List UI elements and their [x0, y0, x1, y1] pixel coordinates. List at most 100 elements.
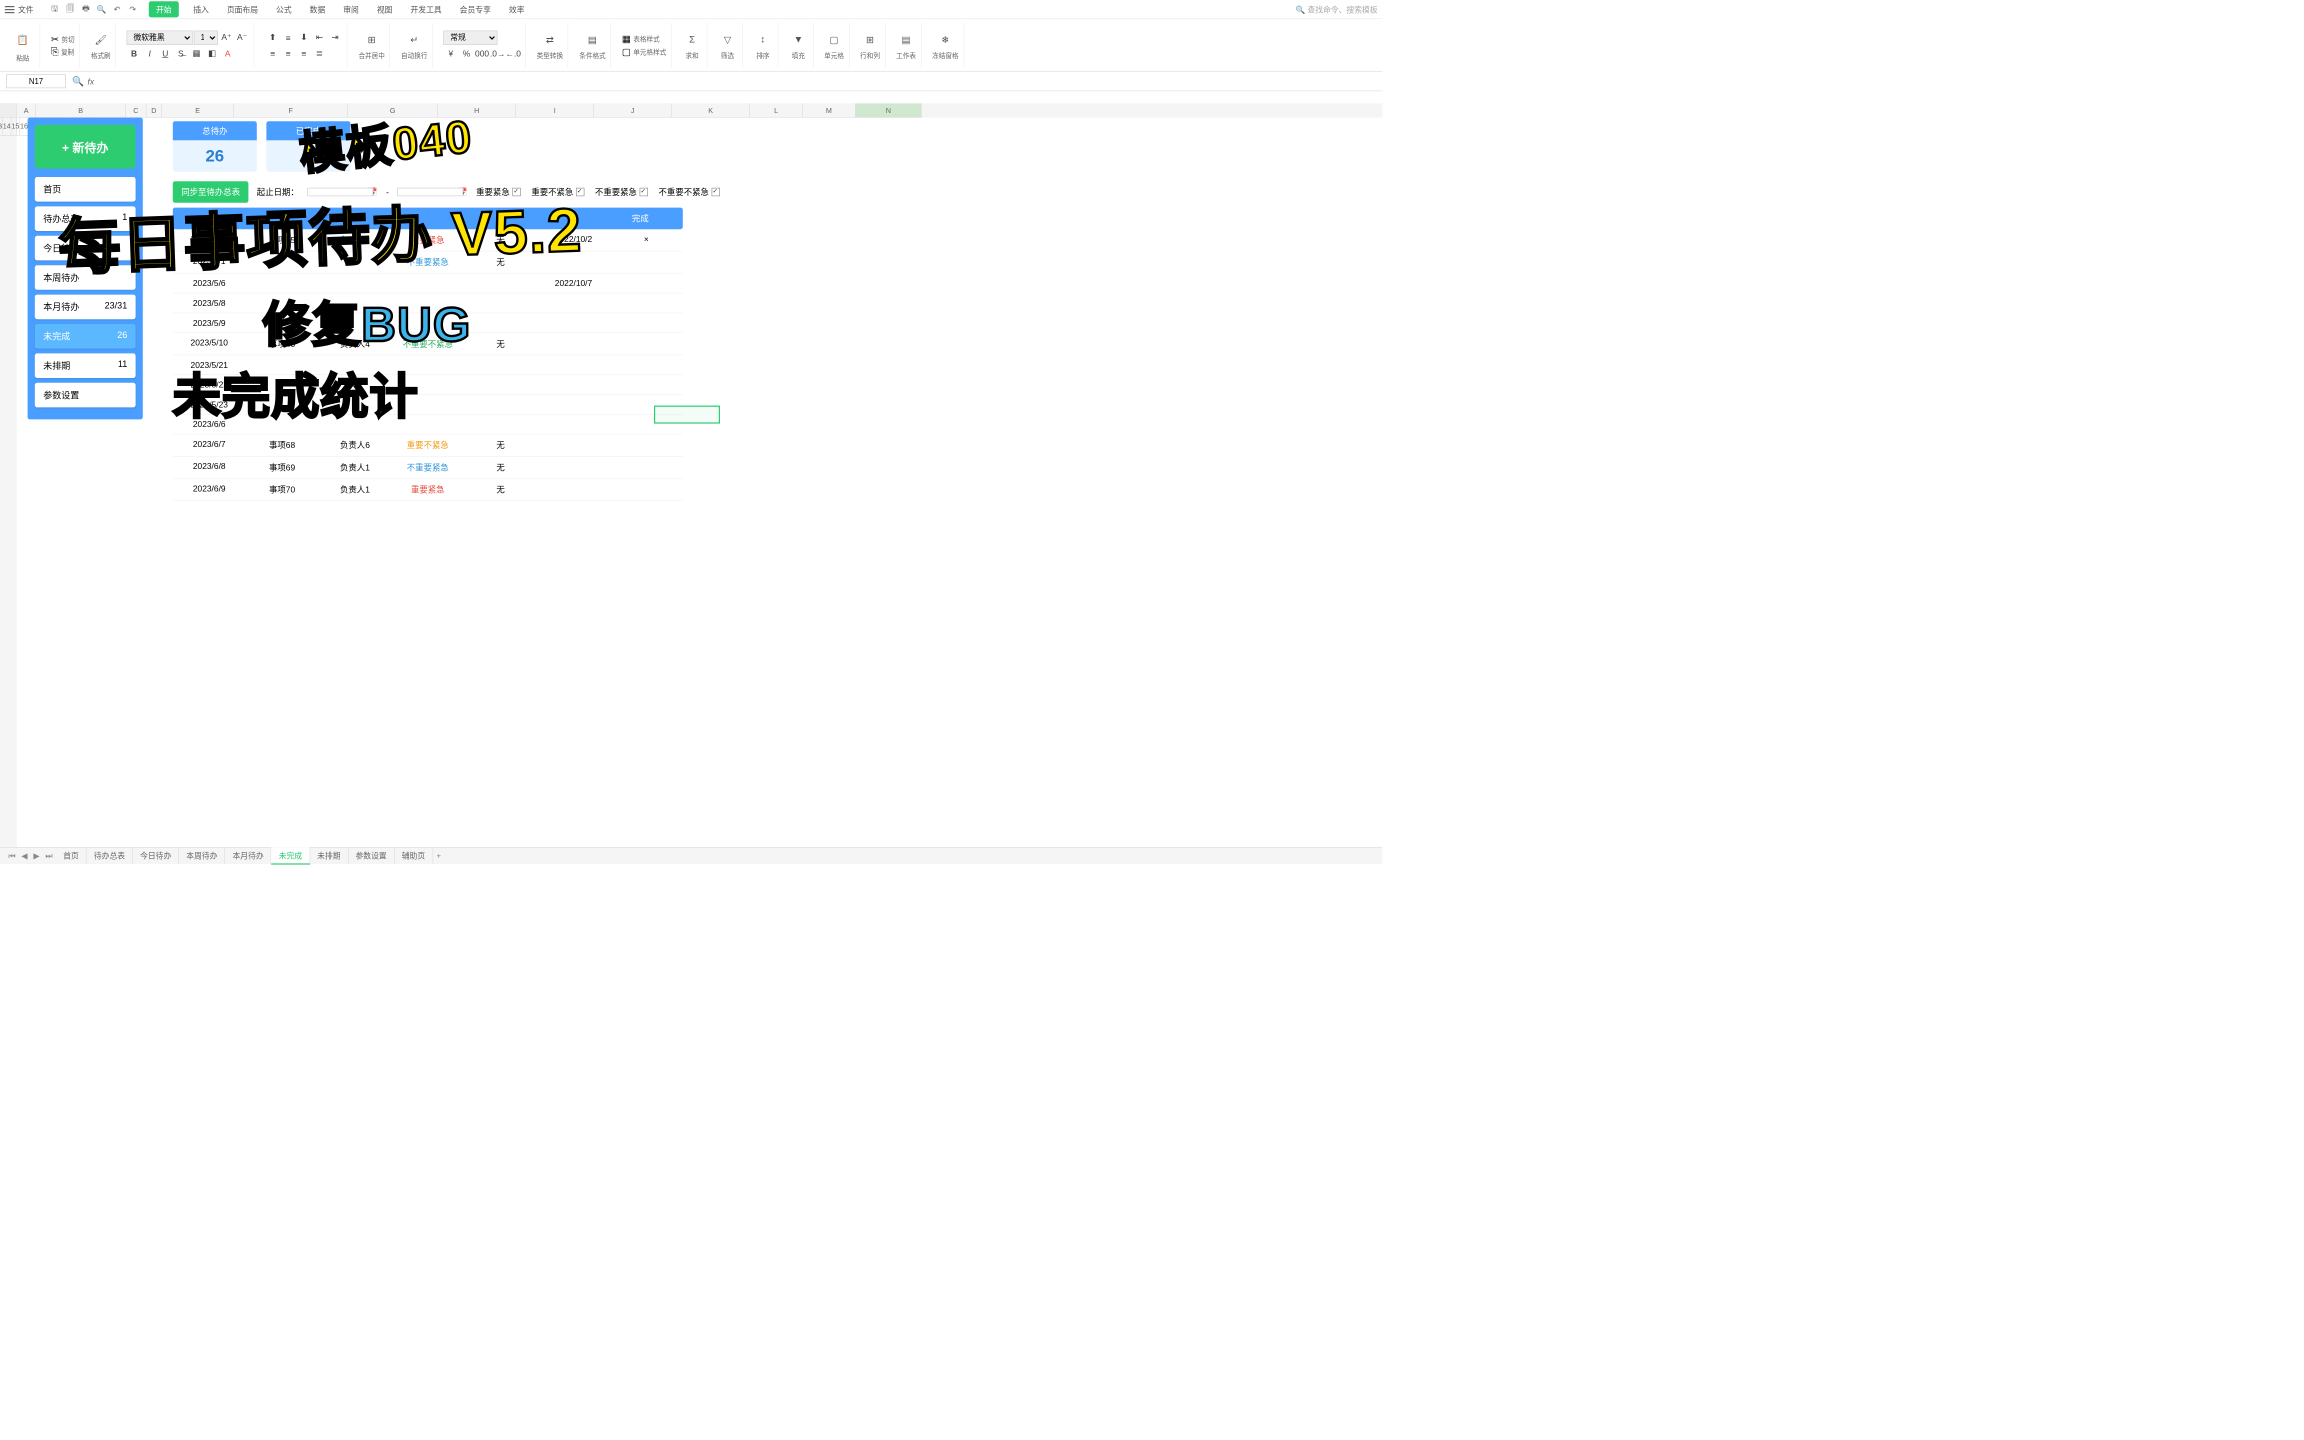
- comma-icon[interactable]: 000: [475, 46, 489, 60]
- sidebar-item[interactable]: 未排期11: [35, 353, 136, 378]
- table-row[interactable]: 2023/5/22: [173, 375, 683, 395]
- sheet-tab[interactable]: 未排期: [310, 847, 348, 864]
- percent-icon[interactable]: %: [459, 46, 473, 60]
- menu-tab[interactable]: 公式: [272, 1, 295, 17]
- sheet-tab[interactable]: 辅助页: [395, 847, 433, 864]
- date-to-input[interactable]: [397, 188, 463, 196]
- redo-icon[interactable]: ↷: [127, 4, 138, 15]
- col-header[interactable]: C: [126, 103, 146, 117]
- number-format-select[interactable]: 常规: [444, 30, 498, 44]
- table-row[interactable]: 2023/5/8: [173, 293, 683, 313]
- table-row[interactable]: 2023/5/1不重要紧急无: [173, 251, 683, 273]
- table-row[interactable]: 2023/6/6: [173, 415, 683, 435]
- col-header[interactable]: K: [672, 103, 750, 117]
- font-name-select[interactable]: 微软雅黑: [127, 30, 193, 44]
- rowcol-icon[interactable]: ⊞: [860, 30, 879, 49]
- menu-tab[interactable]: 页面布局: [223, 1, 261, 17]
- table-row[interactable]: 2023/5/62022/10/7: [173, 274, 683, 294]
- col-header[interactable]: M: [803, 103, 856, 117]
- tab-nav-first-icon[interactable]: ⏮: [6, 851, 18, 861]
- add-sheet-icon[interactable]: +: [434, 851, 443, 860]
- underline-icon[interactable]: U: [158, 46, 172, 60]
- menu-tab[interactable]: 会员专享: [456, 1, 494, 17]
- search-fx-icon[interactable]: 🔍: [72, 75, 84, 87]
- undo-icon[interactable]: ↶: [112, 4, 123, 15]
- col-header[interactable]: E: [162, 103, 234, 117]
- col-header[interactable]: B: [36, 103, 126, 117]
- fx-label[interactable]: fx: [88, 77, 95, 87]
- table-style-icon[interactable]: ▦: [622, 33, 631, 45]
- file-menu[interactable]: 文件: [5, 4, 34, 15]
- table-row[interactable]: 2023/4/25事项25负责人1重要紧急无2022/10/2×: [173, 229, 683, 251]
- fill-icon[interactable]: ▼: [789, 30, 808, 49]
- cut-icon[interactable]: ✂: [51, 33, 59, 45]
- sidebar-item[interactable]: 今日待办: [35, 236, 136, 261]
- menu-tab[interactable]: 数据: [306, 1, 329, 17]
- align-justify-icon[interactable]: ≣: [312, 46, 326, 60]
- table-row[interactable]: 2023/5/10事项40负责人4不重要不紧急无: [173, 333, 683, 355]
- paste-button[interactable]: 📋: [11, 28, 35, 52]
- menu-tab[interactable]: 开始: [149, 1, 179, 17]
- dec-dec-icon[interactable]: ←.0: [506, 46, 520, 60]
- formula-input[interactable]: [98, 74, 1377, 88]
- fill-color-icon[interactable]: ◧: [205, 46, 219, 60]
- filter-checkbox[interactable]: 不重要不紧急: [659, 186, 720, 198]
- sidebar-item[interactable]: 本周待办: [35, 265, 136, 290]
- freeze-icon[interactable]: ❄: [936, 30, 955, 49]
- sidebar-item[interactable]: 待办总表1: [35, 206, 136, 231]
- table-row[interactable]: 2023/6/7事项68负责人6重要不紧急无: [173, 434, 683, 456]
- border-icon[interactable]: ▦: [189, 46, 203, 60]
- search-box[interactable]: 🔍 查找命令、搜索模板: [1296, 4, 1378, 15]
- new-todo-button[interactable]: + 新待办: [35, 125, 136, 169]
- cond-format-icon[interactable]: ▤: [583, 30, 602, 49]
- col-header[interactable]: G: [348, 103, 438, 117]
- sheet-tab[interactable]: 本月待办: [225, 847, 271, 864]
- sidebar-item[interactable]: 参数设置: [35, 383, 136, 408]
- sheet-tab[interactable]: 本周待办: [179, 847, 225, 864]
- type-convert-icon[interactable]: ⇄: [540, 30, 559, 49]
- menu-tab[interactable]: 审阅: [340, 1, 363, 17]
- sheet-tab[interactable]: 待办总表: [87, 847, 133, 864]
- col-header[interactable]: I: [516, 103, 594, 117]
- font-size-select[interactable]: 11: [194, 30, 218, 44]
- menu-tab[interactable]: 效率: [505, 1, 528, 17]
- worksheet-icon[interactable]: ▤: [896, 30, 915, 49]
- indent-dec-icon[interactable]: ⇤: [312, 30, 326, 44]
- row-header[interactable]: 14: [3, 117, 12, 135]
- save-icon[interactable]: 🖫: [49, 4, 60, 15]
- italic-icon[interactable]: I: [142, 46, 156, 60]
- sheet-tab[interactable]: 参数设置: [348, 847, 394, 864]
- print-icon[interactable]: 🖶: [80, 4, 91, 15]
- table-row[interactable]: 2023/6/8事项69负责人1不重要紧急无: [173, 457, 683, 479]
- wrap-icon[interactable]: ↵: [405, 30, 424, 49]
- cell-reference-input[interactable]: [6, 74, 66, 88]
- tab-nav-prev-icon[interactable]: ◀: [19, 851, 30, 861]
- cell-style-icon[interactable]: ▢: [622, 46, 631, 58]
- select-all-corner[interactable]: [0, 103, 17, 117]
- col-header[interactable]: F: [234, 103, 348, 117]
- col-header[interactable]: J: [594, 103, 672, 117]
- align-top-icon[interactable]: ⬆: [265, 30, 279, 44]
- table-row[interactable]: 2023/6/9事项70负责人1重要紧急无: [173, 479, 683, 501]
- menu-tab[interactable]: 插入: [190, 1, 213, 17]
- col-header[interactable]: H: [438, 103, 516, 117]
- col-header[interactable]: A: [17, 103, 36, 117]
- align-left-icon[interactable]: ≡: [265, 46, 279, 60]
- col-header[interactable]: L: [750, 103, 803, 117]
- dec-inc-icon[interactable]: .0→: [490, 46, 504, 60]
- tab-nav-next-icon[interactable]: ▶: [31, 851, 42, 861]
- sheet-tab[interactable]: 首页: [56, 847, 87, 864]
- preview-icon[interactable]: 🔍: [96, 4, 107, 15]
- table-row[interactable]: 2023/5/21: [173, 355, 683, 375]
- col-header[interactable]: N: [856, 103, 922, 117]
- cell-icon[interactable]: ▢: [824, 30, 843, 49]
- table-row[interactable]: 2023/5/9: [173, 313, 683, 333]
- align-middle-icon[interactable]: ≡: [281, 30, 295, 44]
- align-center-icon[interactable]: ≡: [281, 46, 295, 60]
- sidebar-item[interactable]: 未完成26: [35, 324, 136, 349]
- increase-font-icon[interactable]: A⁺: [219, 30, 233, 44]
- sum-icon[interactable]: Σ: [683, 30, 702, 49]
- filter-checkbox[interactable]: 重要紧急: [476, 186, 520, 198]
- table-row[interactable]: 2023/5/23: [173, 395, 683, 415]
- filter-checkbox[interactable]: 不重要紧急: [595, 186, 648, 198]
